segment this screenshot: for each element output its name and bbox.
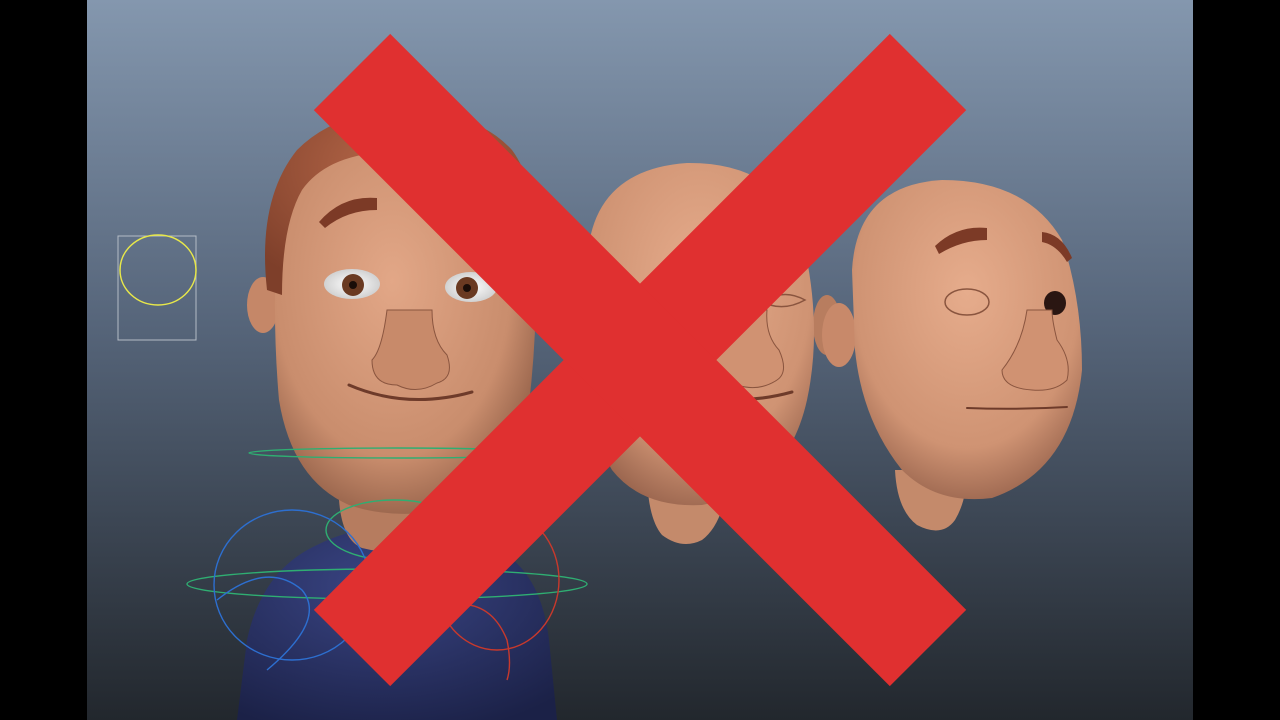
letterbox-left: [0, 0, 87, 720]
letterbox-right: [1193, 0, 1280, 720]
maya-3d-viewport[interactable]: [87, 0, 1193, 720]
axis-gizmo-icon: [313, 33, 967, 687]
